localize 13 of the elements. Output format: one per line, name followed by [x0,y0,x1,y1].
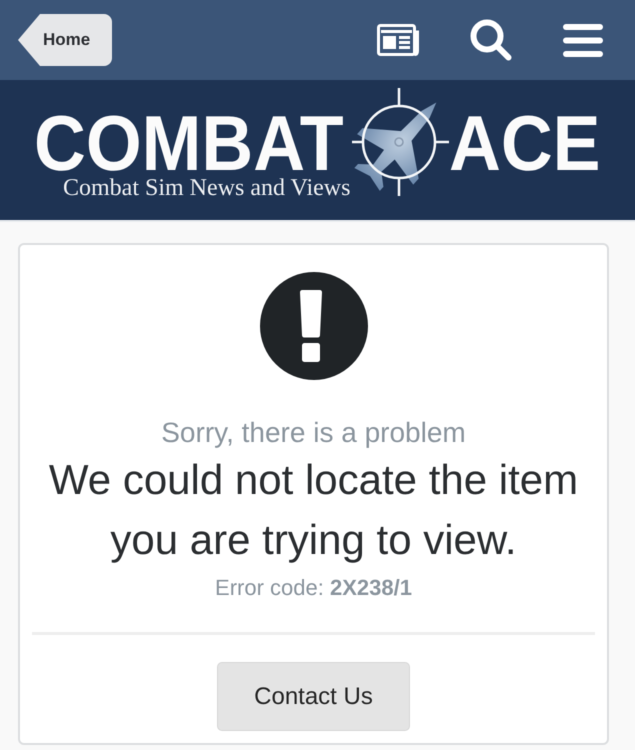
menu-icon[interactable] [563,24,603,56]
logo-text: ACE [449,112,601,174]
logo-tagline: Combat Sim News and Views [63,174,350,202]
search-icon[interactable] [470,19,512,61]
error-message: We could not locate the item you are trying to view. [48,455,580,565]
error-code: Error code: 2X238/1 [215,575,412,601]
warning-icon [260,272,368,380]
crosshair-jet-icon [352,88,449,196]
home-button[interactable]: Home [18,14,112,66]
error-subtitle: Sorry, there is a problem [161,417,466,449]
newspaper-icon[interactable] [377,24,419,56]
contact-button[interactable]: Contact Us [217,662,410,731]
logo-text: COMBAT [34,112,344,174]
